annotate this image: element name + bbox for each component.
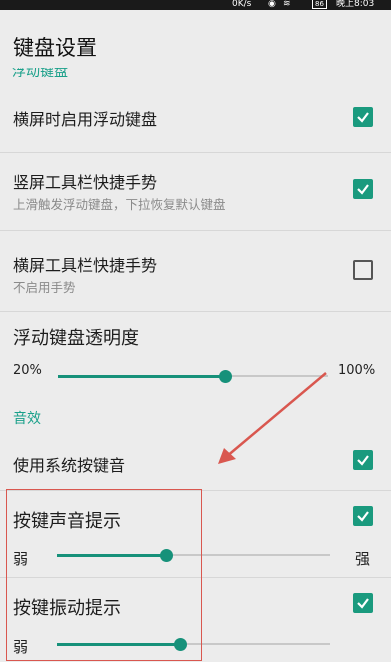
wifi-icon: ≋ xyxy=(283,0,291,9)
eye-icon: ◉ xyxy=(268,0,276,9)
slider-max-label: 强 xyxy=(355,550,371,568)
section-header-sound: 音效 xyxy=(13,411,41,427)
check-icon xyxy=(357,184,369,195)
setting-portrait-gesture[interactable]: 竖屏工具栏快捷手势 上滑触发浮动键盘，下拉恢复默认键盘 xyxy=(0,153,391,230)
setting-system-key-sound[interactable]: 使用系统按键音 xyxy=(0,430,391,490)
annotation-highlight-box xyxy=(6,489,202,661)
slider-max-label: 100% xyxy=(338,363,376,378)
app-bar: 键盘设置 xyxy=(0,10,391,76)
setting-summary: 上滑触发浮动键盘，下拉恢复默认键盘 xyxy=(13,197,226,212)
setting-title: 浮动键盘透明度 xyxy=(13,328,139,349)
network-speed: 0K/s xyxy=(232,0,252,9)
setting-title: 横屏工具栏快捷手势 xyxy=(13,256,158,275)
setting-transparency: 浮动键盘透明度 20% 100% xyxy=(0,312,391,394)
checkbox-landscape-floating[interactable] xyxy=(353,107,373,127)
checkbox-landscape-gesture[interactable] xyxy=(353,260,373,280)
check-icon xyxy=(357,598,369,609)
setting-title: 横屏时启用浮动键盘 xyxy=(13,110,158,129)
checkbox-key-sound[interactable] xyxy=(353,506,373,526)
page-title: 键盘设置 xyxy=(13,36,97,60)
setting-title: 竖屏工具栏快捷手势 xyxy=(13,173,158,192)
check-icon xyxy=(357,112,369,123)
slider-min-label: 20% xyxy=(13,363,42,378)
transparency-slider[interactable] xyxy=(58,370,328,383)
status-bar: 0K/s ◉ ≋ 86 晚上8:03 xyxy=(0,0,391,10)
checkbox-portrait-gesture[interactable] xyxy=(353,179,373,199)
checkbox-system-key-sound[interactable] xyxy=(353,450,373,470)
setting-landscape-floating[interactable]: 横屏时启用浮动键盘 xyxy=(0,82,391,152)
setting-summary: 不启用手势 xyxy=(13,280,76,295)
section-header-floating-keyboard: 浮动键盘 xyxy=(12,68,68,80)
setting-title: 使用系统按键音 xyxy=(13,456,126,475)
check-icon xyxy=(357,455,369,466)
checkbox-key-vibration[interactable] xyxy=(353,593,373,613)
setting-landscape-gesture[interactable]: 横屏工具栏快捷手势 不启用手势 xyxy=(0,231,391,311)
slider-fill xyxy=(58,375,225,378)
slider-thumb[interactable] xyxy=(219,370,232,383)
check-icon xyxy=(357,511,369,522)
clock: 晚上8:03 xyxy=(336,0,375,9)
battery-icon: 86 xyxy=(312,0,327,9)
